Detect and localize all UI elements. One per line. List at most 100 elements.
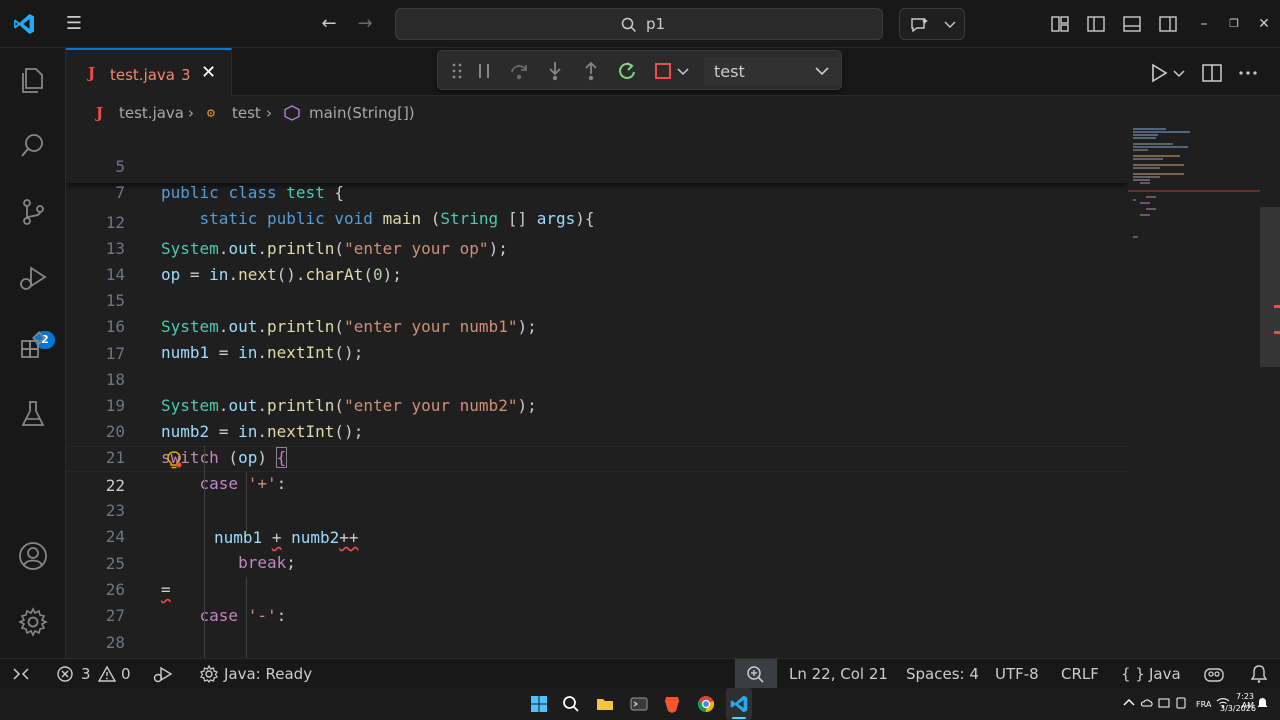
- restore-icon[interactable]: ❐: [1224, 14, 1244, 34]
- warning-icon[interactable]: [98, 665, 116, 683]
- toggle-secondary-sidebar-icon[interactable]: [1158, 14, 1178, 34]
- file-explorer-icon[interactable]: [595, 694, 615, 714]
- breadcrumb-method[interactable]: main(String[]): [309, 104, 415, 122]
- tray-app-icon[interactable]: [1157, 696, 1171, 710]
- brave-browser-icon[interactable]: [662, 694, 682, 714]
- pause-icon[interactable]: [473, 60, 495, 82]
- scrollbar-thumb[interactable]: [1260, 207, 1280, 367]
- minimap[interactable]: [1128, 127, 1260, 658]
- zoom-button[interactable]: [735, 659, 777, 689]
- stop-icon[interactable]: [652, 60, 674, 82]
- encoding[interactable]: UTF-8: [995, 665, 1039, 683]
- clock-date[interactable]: 3/3/2026: [1220, 704, 1256, 713]
- chrome-browser-icon[interactable]: [696, 694, 716, 714]
- command-center-search[interactable]: p1: [395, 8, 883, 40]
- taskbar-active-app[interactable]: [726, 688, 752, 720]
- error-count[interactable]: 3: [81, 665, 91, 683]
- code-line[interactable]: 15 System.out.println("enter your numb1"…: [66, 262, 1128, 336]
- code-line[interactable]: 28 break;: [66, 604, 1128, 652]
- cursor-position[interactable]: Ln 22, Col 21: [789, 665, 888, 683]
- code-line[interactable]: 24 break;: [66, 498, 1128, 572]
- code-line[interactable]: 29: [66, 630, 1128, 656]
- code-line[interactable]: 23: [66, 472, 1128, 520]
- restart-icon[interactable]: [616, 60, 638, 82]
- vertical-scrollbar[interactable]: [1260, 127, 1280, 658]
- more-actions-icon[interactable]: [1237, 62, 1259, 84]
- code-line[interactable]: 21 case '+':: [66, 419, 1128, 493]
- hamburger-menu-icon[interactable]: ☰: [64, 14, 84, 34]
- chevron-up-icon[interactable]: [1122, 696, 1136, 710]
- remote-icon[interactable]: [12, 666, 30, 682]
- code-line[interactable]: 17: [66, 315, 1128, 363]
- sticky-line[interactable]: 7 static public void main (String [] arg…: [66, 154, 1128, 228]
- search-icon[interactable]: [561, 694, 581, 714]
- minimize-icon[interactable]: –: [1194, 14, 1214, 34]
- notification-icon[interactable]: [1256, 697, 1269, 710]
- title-bar: ☰ ← → p1 – ❐ ✕: [0, 0, 1280, 48]
- copilot-button[interactable]: [899, 8, 965, 40]
- toggle-primary-sidebar-icon[interactable]: [1086, 14, 1106, 34]
- debug-status-icon[interactable]: [152, 665, 174, 683]
- accounts-icon[interactable]: [17, 540, 49, 572]
- code-line[interactable]: 16 numb1 = in.nextInt();: [66, 288, 1128, 362]
- code-line[interactable]: 25 =: [66, 525, 1128, 599]
- extensions-icon[interactable]: [17, 330, 49, 362]
- copilot-chat-icon: [911, 18, 928, 33]
- code-line-current[interactable]: 22 numb1 + numb2++: [66, 446, 1128, 547]
- warning-count[interactable]: 0: [121, 665, 131, 683]
- language-indicator[interactable]: FRA: [1196, 700, 1211, 709]
- terminal-app-icon[interactable]: [629, 694, 649, 714]
- copilot-icon[interactable]: [1203, 664, 1225, 684]
- close-window-icon[interactable]: ✕: [1254, 14, 1274, 34]
- run-icon[interactable]: [1148, 62, 1170, 84]
- vscode-taskbar-icon: [730, 695, 748, 713]
- explorer-icon[interactable]: [17, 64, 49, 96]
- customize-layout-icon[interactable]: [1050, 14, 1070, 34]
- step-into-icon[interactable]: [544, 60, 566, 82]
- language-mode[interactable]: Java: [1149, 665, 1181, 683]
- forward-arrow-icon[interactable]: →: [353, 12, 377, 36]
- run-and-debug-icon[interactable]: [17, 262, 49, 294]
- code-line[interactable]: 14: [66, 236, 1128, 284]
- chevron-down-icon[interactable]: [1172, 62, 1186, 84]
- windows-start-icon[interactable]: [529, 694, 549, 714]
- testing-flask-icon[interactable]: [17, 398, 49, 430]
- error-icon[interactable]: [56, 665, 74, 683]
- breadcrumb-class[interactable]: test: [232, 104, 261, 122]
- chevron-down-icon[interactable]: [676, 60, 690, 82]
- line-endings[interactable]: CRLF: [1061, 665, 1099, 683]
- sticky-line[interactable]: 5 public class test {: [66, 128, 1128, 202]
- drag-handle-icon[interactable]: [446, 60, 468, 82]
- breadcrumb-file[interactable]: test.java: [119, 104, 184, 122]
- indentation[interactable]: Spaces: 4: [906, 665, 979, 683]
- debug-config-select[interactable]: test: [704, 57, 840, 85]
- notifications-bell-icon[interactable]: [1249, 664, 1269, 684]
- toggle-panel-icon[interactable]: [1122, 14, 1142, 34]
- code-editor[interactable]: 5 public class test { 7 static public vo…: [66, 127, 1128, 658]
- code-text: public class test {: [161, 183, 345, 202]
- close-tab-icon[interactable]: ✕: [201, 62, 216, 83]
- source-control-icon[interactable]: [17, 196, 49, 228]
- indent-guide: [246, 472, 247, 532]
- gear-icon[interactable]: [17, 606, 49, 638]
- line-number: 7: [115, 183, 125, 202]
- onedrive-icon[interactable]: [1140, 696, 1154, 710]
- java-file-icon: J: [96, 104, 104, 122]
- search-icon[interactable]: [17, 130, 49, 162]
- back-arrow-icon[interactable]: ←: [317, 12, 341, 36]
- code-line[interactable]: 26 case '-':: [66, 551, 1128, 625]
- code-line[interactable]: 20 switch (op) {: [66, 393, 1128, 468]
- java-status[interactable]: Java: Ready: [224, 665, 312, 683]
- code-line[interactable]: 18 System.out.println("enter your numb2"…: [66, 341, 1128, 415]
- code-line[interactable]: 19 numb2 = in.nextInt();: [66, 367, 1128, 441]
- lightbulb-icon[interactable]: [164, 450, 184, 470]
- gear-icon[interactable]: [199, 665, 219, 683]
- tray-device-icon[interactable]: [1174, 696, 1188, 710]
- step-out-icon[interactable]: [580, 60, 602, 82]
- class-icon: ⚙: [206, 107, 216, 120]
- code-line[interactable]: 27: [66, 577, 1128, 625]
- tab-test-java[interactable]: J test.java 3 ✕: [66, 48, 232, 96]
- step-over-icon[interactable]: [508, 60, 530, 82]
- debug-config-label: test: [714, 62, 745, 81]
- split-editor-icon[interactable]: [1201, 62, 1223, 84]
